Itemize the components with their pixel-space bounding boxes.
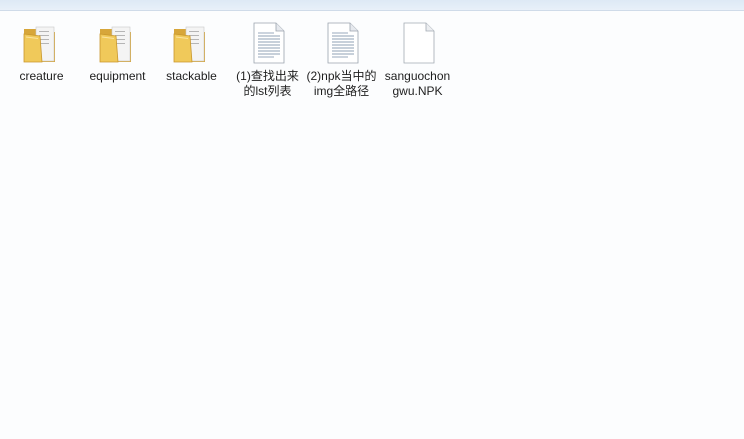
window-top-bar [0, 0, 744, 11]
folder-icon [168, 19, 216, 67]
folder-item-creature[interactable]: creature [4, 19, 79, 84]
file-list-area[interactable]: creature equipment stackable (1)查找出来的lst… [0, 11, 744, 439]
file-label: (1)查找出来的lst列表 [236, 69, 299, 98]
text-document-icon [318, 19, 366, 67]
folder-icon [18, 19, 66, 67]
file-label: sanguochongwu.NPK [384, 69, 451, 98]
text-document-icon [244, 19, 292, 67]
folder-label: creature [19, 69, 64, 83]
folder-item-equipment[interactable]: equipment [80, 19, 155, 84]
folder-label: equipment [89, 69, 146, 83]
folder-icon [94, 19, 142, 67]
blank-file-icon [394, 19, 442, 67]
folder-label: stackable [166, 69, 217, 83]
file-item-npk[interactable]: sanguochongwu.NPK [380, 19, 455, 99]
explorer-window: creature equipment stackable (1)查找出来的lst… [0, 0, 744, 439]
folder-item-stackable[interactable]: stackable [154, 19, 229, 84]
file-item-img-full-path[interactable]: (2)npk当中的img全路径 [304, 19, 379, 99]
file-label: (2)npk当中的img全路径 [306, 69, 377, 98]
file-item-lst-list[interactable]: (1)查找出来的lst列表 [230, 19, 305, 99]
